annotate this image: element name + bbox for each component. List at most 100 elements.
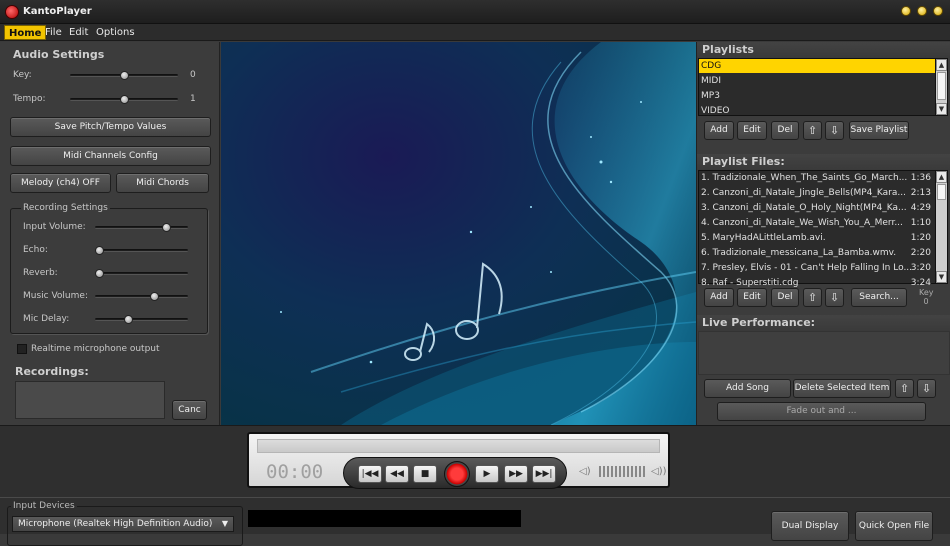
key-slider-knob[interactable] [119, 71, 129, 80]
live-move-down-icon[interactable]: ⇩ [917, 379, 936, 398]
recording-slider[interactable] [95, 315, 188, 324]
skip-forward-icon[interactable]: ▶▶| [532, 465, 556, 483]
list-item[interactable]: 6. Tradizionale_messicana_La_Bamba.wmv. 2… [699, 246, 935, 260]
recording-slider[interactable] [95, 269, 188, 278]
recording-slider-knob[interactable] [124, 315, 134, 324]
list-item[interactable]: 4. Canzoni_di_Natale_We_Wish_You_A_Merr.… [699, 216, 935, 230]
recording-slider-knob[interactable] [95, 269, 104, 278]
title-bar: KantoPlayer [0, 0, 950, 24]
playlists-list[interactable]: CDG MIDI MP3 VIDEO ▲ ▼ [698, 58, 948, 116]
volume-high-icon: ◁)) [651, 466, 667, 477]
list-item[interactable]: 3. Canzoni_di_Natale_O_Holy_Night(MP4_Ka… [699, 201, 935, 215]
key-value: 0 [190, 70, 196, 80]
player-area: 00:00 |◀◀ ◀◀ ■ ▶ ▶▶ ▶▶| ◁) ◁)) [0, 425, 950, 497]
recording-slider-label: Echo: [23, 245, 48, 255]
save-playlist-button[interactable]: Save Playlist [849, 121, 909, 140]
cancel-button[interactable]: Canc [172, 400, 207, 420]
scroll-thumb[interactable] [937, 72, 946, 100]
fast-forward-icon[interactable]: ▶▶ [504, 465, 528, 483]
recording-slider-label: Mic Delay: [23, 314, 70, 324]
file-duration: 2:20 [910, 248, 931, 258]
recording-slider[interactable] [95, 246, 188, 255]
playlists-scrollbar[interactable]: ▲ ▼ [935, 59, 947, 115]
file-duration: 1:10 [910, 218, 931, 228]
recording-slider-knob[interactable] [95, 246, 104, 255]
dual-display-button[interactable]: Dual Display [771, 511, 849, 541]
delete-selected-button[interactable]: Delete Selected Item [793, 379, 891, 398]
scroll-down-icon[interactable]: ▼ [936, 103, 947, 115]
scroll-thumb[interactable] [937, 184, 946, 200]
skip-back-icon[interactable]: |◀◀ [358, 465, 382, 483]
key-indicator: Key 0 [919, 288, 934, 306]
file-name: 4. Canzoni_di_Natale_We_Wish_You_A_Merr.… [701, 218, 903, 228]
menu-edit[interactable]: Edit [65, 25, 92, 40]
save-pitch-tempo-button[interactable]: Save Pitch/Tempo Values [10, 117, 211, 137]
music-notes-background [221, 42, 696, 425]
app-logo-icon [5, 5, 19, 19]
rewind-icon[interactable]: ◀◀ [385, 465, 409, 483]
realtime-mic-checkbox[interactable] [17, 344, 27, 354]
menu-options[interactable]: Options [92, 25, 139, 40]
live-move-up-icon[interactable]: ⇧ [895, 379, 914, 398]
minimize-icon[interactable] [901, 6, 911, 16]
playlist-files-title: Playlist Files: [697, 154, 950, 170]
recording-slider[interactable] [95, 292, 188, 301]
key-slider[interactable] [70, 71, 178, 80]
video-display [221, 42, 696, 425]
file-del-button[interactable]: Del [771, 288, 799, 307]
scroll-down-icon[interactable]: ▼ [936, 271, 947, 283]
list-item[interactable]: 5. MaryHadALittleLamb.avi. 1:20 [699, 231, 935, 245]
files-scrollbar[interactable]: ▲ ▼ [935, 171, 947, 283]
recording-slider-knob[interactable] [149, 292, 159, 301]
menu-file[interactable]: File [41, 25, 66, 40]
recordings-list[interactable] [15, 381, 165, 419]
menu-bar: Home File Edit Options [0, 24, 950, 41]
level-meter [248, 510, 521, 527]
playlist-files-list[interactable]: 1. Tradizionale_When_The_Saints_Go_March… [698, 170, 948, 288]
live-performance-list[interactable] [698, 331, 950, 375]
scroll-up-icon[interactable]: ▲ [936, 59, 947, 71]
maximize-icon[interactable] [917, 6, 927, 16]
playlist-edit-button[interactable]: Edit [737, 121, 767, 140]
play-icon[interactable]: ▶ [475, 465, 499, 483]
progress-bar[interactable] [257, 439, 660, 453]
midi-chords-button[interactable]: Midi Chords [116, 173, 209, 193]
fade-out-button[interactable]: Fade out and ... [717, 402, 926, 421]
file-name: 3. Canzoni_di_Natale_O_Holy_Night(MP4_Ka… [701, 203, 907, 213]
playlist-move-up-icon[interactable]: ⇧ [803, 121, 822, 140]
file-edit-button[interactable]: Edit [737, 288, 767, 307]
right-panel: Playlists CDG MIDI MP3 VIDEO ▲ ▼ Add Edit D… [696, 42, 950, 425]
quick-open-file-button[interactable]: Quick Open File [855, 511, 933, 541]
add-song-button[interactable]: Add Song [704, 379, 791, 398]
melody-off-button[interactable]: Melody (ch4) OFF [10, 173, 111, 193]
search-button[interactable]: Search... [851, 288, 907, 307]
list-item[interactable]: 7. Presley, Elvis - 01 - Can't Help Fall… [699, 261, 935, 275]
file-add-button[interactable]: Add [704, 288, 734, 307]
playlist-item[interactable]: CDG [699, 59, 935, 73]
record-icon[interactable] [444, 461, 470, 487]
midi-channels-config-button[interactable]: Midi Channels Config [10, 146, 211, 166]
file-name: 7. Presley, Elvis - 01 - Can't Help Fall… [701, 263, 913, 273]
playlist-item[interactable]: MP3 [699, 89, 935, 103]
stop-icon[interactable]: ■ [413, 465, 437, 483]
playlist-move-down-icon[interactable]: ⇩ [825, 121, 844, 140]
file-move-down-icon[interactable]: ⇩ [825, 288, 844, 307]
file-name: 6. Tradizionale_messicana_La_Bamba.wmv. [701, 248, 897, 258]
recording-slider[interactable] [95, 223, 188, 232]
recording-slider-knob[interactable] [162, 223, 172, 232]
volume-slider[interactable] [599, 466, 647, 477]
playlist-item[interactable]: MIDI [699, 74, 935, 88]
list-item[interactable]: 1. Tradizionale_When_The_Saints_Go_March… [699, 171, 935, 185]
tempo-slider[interactable] [70, 95, 178, 104]
scroll-up-icon[interactable]: ▲ [936, 171, 947, 183]
file-move-up-icon[interactable]: ⇧ [803, 288, 822, 307]
playlist-item[interactable]: VIDEO [699, 104, 935, 118]
list-item[interactable]: 2. Canzoni_di_Natale_Jingle_Bells(MP4_Ka… [699, 186, 935, 200]
playlist-add-button[interactable]: Add [704, 121, 734, 140]
tempo-slider-knob[interactable] [119, 95, 129, 104]
player-controls: 00:00 |◀◀ ◀◀ ■ ▶ ▶▶ ▶▶| ◁) ◁)) [247, 432, 670, 489]
input-device-select[interactable]: Microphone (Realtek High Definition Audi… [12, 516, 234, 532]
playlist-del-button[interactable]: Del [771, 121, 799, 140]
close-icon[interactable] [933, 6, 943, 16]
file-name: 1. Tradizionale_When_The_Saints_Go_March… [701, 173, 908, 183]
